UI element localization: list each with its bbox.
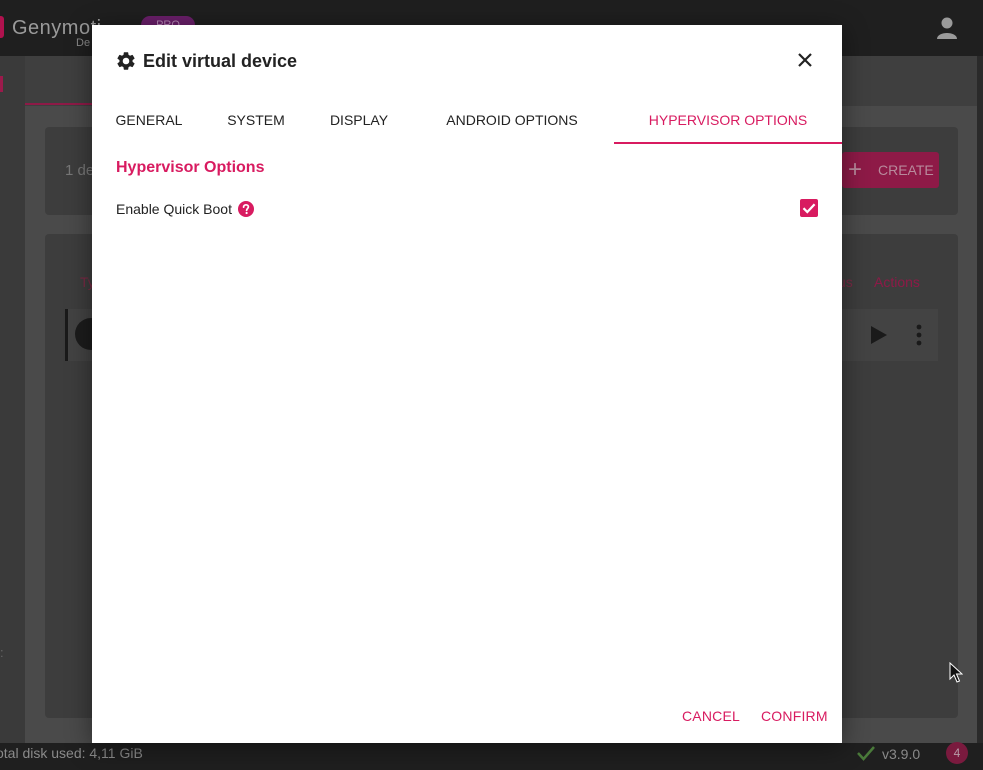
- tab-display[interactable]: DISPLAY: [318, 101, 400, 144]
- mouse-cursor-icon: [949, 662, 963, 683]
- account-icon[interactable]: [936, 16, 958, 40]
- devices-count-text: 1 de: [65, 162, 95, 179]
- status-bar: [0, 743, 983, 770]
- tab-hypervisor-options[interactable]: HYPERVISOR OPTIONS: [614, 101, 842, 144]
- notification-badge[interactable]: 4: [946, 742, 968, 764]
- tab-android-options[interactable]: ANDROID OPTIONS: [434, 101, 590, 144]
- main-tab-indicator: [25, 103, 95, 105]
- quick-boot-label: Enable Quick Boot: [116, 201, 232, 217]
- quick-boot-option: Enable Quick Boot: [116, 199, 254, 219]
- plus-icon: +: [848, 156, 863, 183]
- app-logo-icon: [0, 16, 4, 38]
- gear-icon: [117, 52, 135, 70]
- confirm-button[interactable]: CONFIRM: [761, 708, 828, 724]
- check-icon: [857, 746, 875, 761]
- close-icon[interactable]: [794, 49, 816, 71]
- sidebar-active-indicator: [0, 76, 3, 92]
- checkmark-icon: [802, 203, 816, 214]
- version-text: v3.9.0: [882, 746, 921, 762]
- dialog-header: Edit virtual device: [115, 48, 297, 74]
- cancel-button[interactable]: CANCEL: [682, 708, 740, 724]
- dialog-tabs: GENERAL SYSTEM DISPLAY ANDROID OPTIONS H…: [92, 101, 842, 144]
- disk-usage-text: otal disk used: 4,11 GiB: [0, 745, 143, 761]
- table-header-actions: Actions: [874, 274, 920, 290]
- quick-boot-checkbox[interactable]: [800, 199, 818, 217]
- sidebar-glyph: :: [0, 645, 4, 660]
- app-brand-subtitle: De: [76, 37, 91, 49]
- more-vert-icon[interactable]: [912, 324, 926, 346]
- tab-system[interactable]: SYSTEM: [218, 101, 294, 144]
- edit-device-dialog: Edit virtual device GENERAL SYSTEM DISPL…: [92, 25, 842, 743]
- tab-general[interactable]: GENERAL: [106, 101, 192, 144]
- section-title: Hypervisor Options: [116, 159, 265, 176]
- window-scrollbar[interactable]: [977, 56, 983, 743]
- help-icon[interactable]: [237, 201, 254, 217]
- dialog-title: Edit virtual device: [143, 50, 298, 71]
- play-icon[interactable]: [870, 325, 888, 345]
- sidebar: [0, 56, 25, 743]
